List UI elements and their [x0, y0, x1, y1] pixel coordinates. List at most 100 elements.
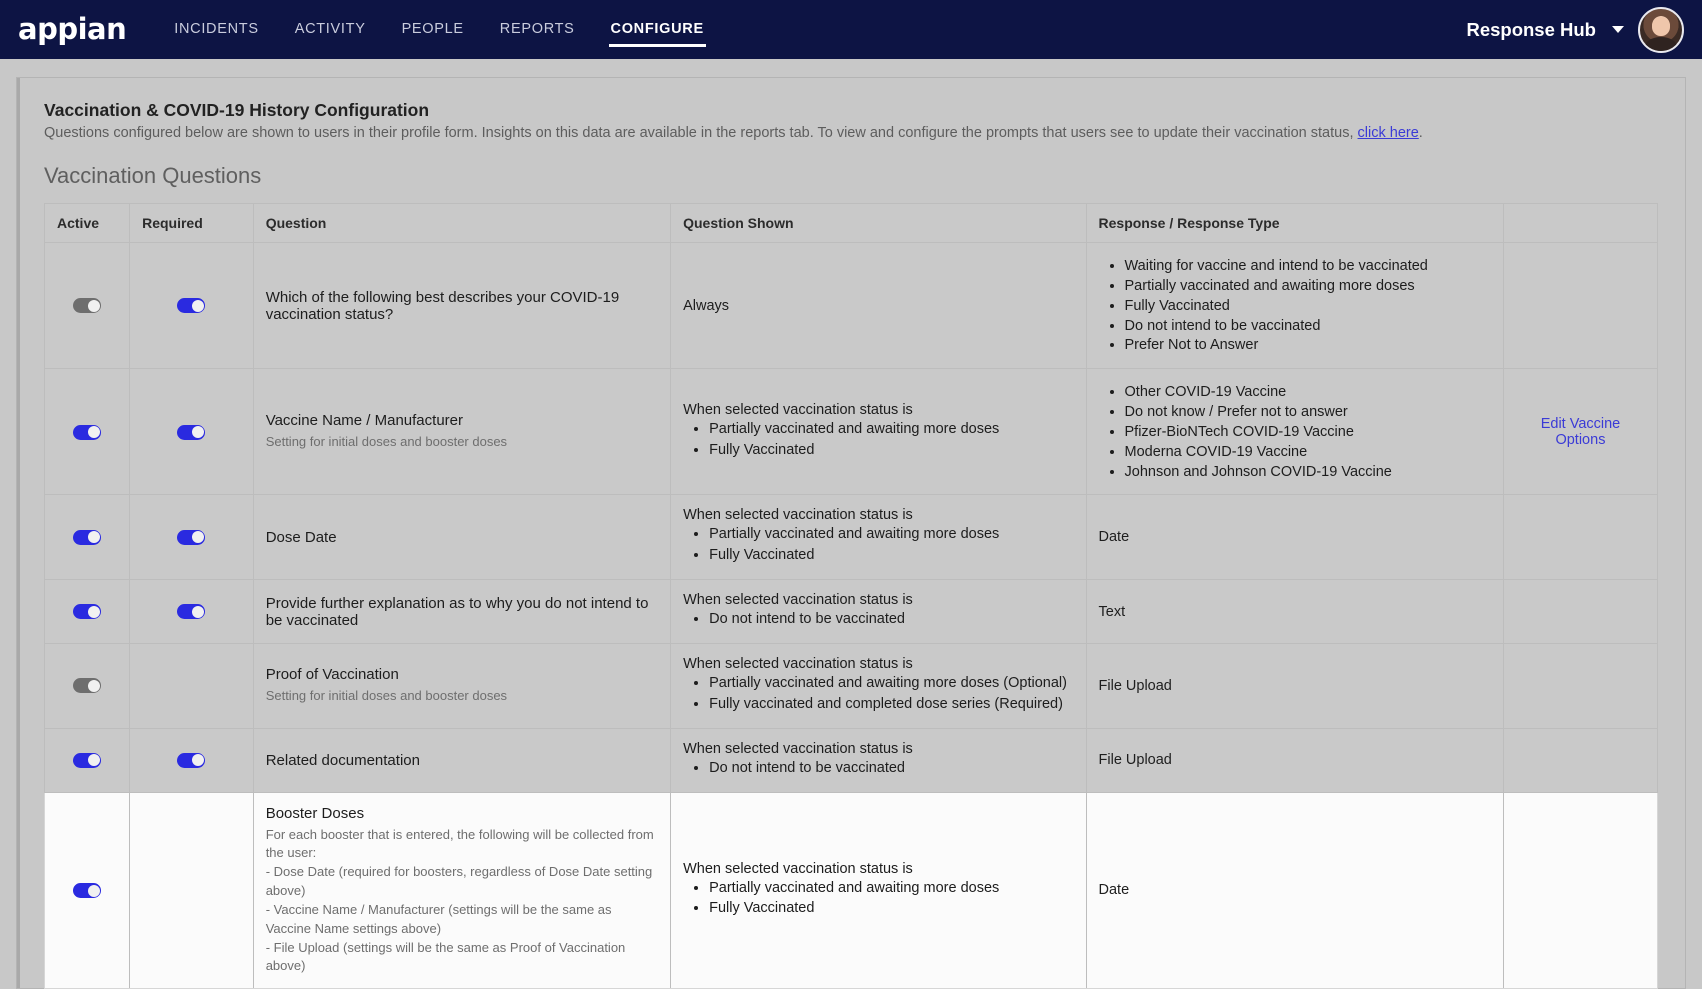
action-cell — [1502, 791, 1659, 989]
required-toggle[interactable] — [177, 604, 206, 620]
question-shown-condition: When selected vaccination status is — [683, 401, 913, 418]
response-cell: Date — [1085, 494, 1504, 581]
response-type: Date — [1098, 529, 1130, 546]
toggle-knob — [87, 605, 100, 618]
nav-link-activity[interactable]: ACTIVITY — [295, 0, 366, 59]
chevron-down-icon[interactable] — [1612, 26, 1624, 33]
active-toggle[interactable] — [73, 529, 102, 545]
question-shown-list: Partially vaccinated and awaiting more d… — [683, 879, 1073, 919]
vaccination-questions-table: Active Required Question Question Shown Resp… — [43, 203, 1659, 989]
nav-link-people[interactable]: PEOPLE — [402, 0, 464, 59]
active-toggle[interactable] — [73, 298, 102, 314]
question-shown-cell: Always — [670, 241, 1087, 370]
column-header-required: Required — [129, 203, 254, 243]
table-row: Dose Date When selected vaccination statu… — [43, 494, 1659, 581]
list-item: Fully Vaccinated — [709, 899, 1073, 918]
question-shown-list: Do not intend to be vaccinated — [683, 759, 1073, 778]
table-row: Vaccine Name / Manufacturer Setting for i… — [43, 368, 1659, 496]
table-body: Which of the following best describes yo… — [43, 241, 1659, 989]
response-type: Date — [1098, 882, 1130, 899]
list-item: Do not intend to be vaccinated — [709, 610, 1073, 629]
table-row: Related documentation When selected vacci… — [43, 727, 1659, 793]
toggle-knob — [87, 884, 100, 897]
required-cell — [129, 368, 254, 496]
toggle-knob — [191, 299, 204, 312]
nav-link-incidents[interactable]: INCIDENTS — [174, 0, 258, 59]
column-header-actions — [1502, 203, 1659, 243]
active-toggle[interactable] — [73, 678, 102, 694]
question-shown-list: Partially vaccinated and awaiting more d… — [683, 674, 1073, 714]
question-cell: Related documentation — [252, 727, 672, 793]
active-toggle[interactable] — [73, 604, 102, 620]
list-item: Fully Vaccinated — [1125, 297, 1491, 316]
list-item: Other COVID-19 Vaccine — [1125, 383, 1491, 402]
table-row: Which of the following best describes yo… — [43, 241, 1659, 370]
toggle-knob — [87, 531, 100, 544]
action-cell — [1502, 494, 1659, 581]
response-options-list: Other COVID-19 VaccineDo not know / Pref… — [1099, 383, 1491, 481]
required-toggle[interactable] — [177, 752, 206, 768]
question-shown-condition: When selected vaccination status is — [683, 507, 913, 524]
question-shown-list: Partially vaccinated and awaiting more d… — [683, 525, 1073, 565]
response-type: File Upload — [1098, 677, 1172, 694]
question-cell: Proof of Vaccination Setting for initial … — [252, 642, 672, 729]
table-row: Proof of Vaccination Setting for initial … — [43, 642, 1659, 729]
question-shown-condition: When selected vaccination status is — [683, 655, 913, 672]
question-title: Vaccine Name / Manufacturer — [265, 411, 463, 429]
active-toggle[interactable] — [73, 752, 102, 768]
question-shown-condition: When selected vaccination status is — [683, 740, 913, 757]
question-subtext: For each booster that is entered, the fo… — [265, 826, 654, 974]
response-options-list: Waiting for vaccine and intend to be vac… — [1099, 257, 1491, 355]
toggle-knob — [191, 605, 204, 618]
table-header-row: Active Required Question Question Shown Resp… — [43, 203, 1659, 243]
user-avatar[interactable] — [1638, 6, 1684, 53]
nav-link-configure[interactable]: CONFIGURE — [608, 0, 707, 59]
list-item: Partially vaccinated and awaiting more d… — [709, 879, 1073, 898]
table-row: Booster Doses For each booster that is en… — [43, 791, 1659, 989]
column-header-question: Question — [252, 203, 672, 243]
question-title: Provide further explanation as to why yo… — [265, 594, 649, 629]
action-cell — [1502, 642, 1659, 729]
edit-vaccine-options-link[interactable]: Edit Vaccine Options — [1541, 416, 1621, 448]
active-toggle[interactable] — [73, 883, 102, 899]
list-item: Partially vaccinated and awaiting more d… — [1125, 277, 1491, 296]
required-toggle[interactable] — [177, 529, 206, 545]
question-shown-cell: When selected vaccination status is Parti… — [670, 368, 1087, 496]
table-header: Active Required Question Question Shown Resp… — [43, 203, 1659, 243]
question-cell: Which of the following best describes yo… — [252, 241, 672, 370]
nav-link-reports[interactable]: REPORTS — [500, 0, 575, 59]
question-shown-condition: Always — [683, 297, 730, 314]
toggle-knob — [87, 426, 100, 438]
question-shown-condition: When selected vaccination status is — [683, 860, 913, 877]
list-item: Moderna COVID-19 Vaccine — [1125, 443, 1491, 462]
nav-right-section: Response Hub — [1466, 6, 1684, 53]
question-subtext: Setting for initial doses and booster do… — [265, 433, 508, 449]
question-shown-list: Do not intend to be vaccinated — [683, 610, 1073, 629]
question-cell: Vaccine Name / Manufacturer Setting for i… — [252, 368, 672, 496]
question-cell: Provide further explanation as to why yo… — [252, 579, 672, 644]
table-row: Provide further explanation as to why yo… — [43, 579, 1659, 644]
column-header-active: Active — [43, 203, 131, 243]
active-cell — [43, 368, 131, 496]
list-item: Johnson and Johnson COVID-19 Vaccine — [1125, 463, 1491, 482]
left-accent-bar — [17, 78, 20, 988]
click-here-link[interactable]: click here — [1358, 125, 1419, 141]
response-cell: Text — [1085, 579, 1504, 644]
list-item: Do not intend to be vaccinated — [1125, 317, 1491, 336]
active-toggle[interactable] — [73, 424, 102, 440]
toggle-knob — [87, 679, 100, 692]
section-title: Vaccination Questions — [44, 163, 262, 188]
list-item: Do not know / Prefer not to answer — [1125, 403, 1491, 422]
required-toggle[interactable] — [177, 424, 206, 440]
list-item: Fully vaccinated and completed dose seri… — [709, 695, 1073, 714]
response-hub-label: Response Hub — [1466, 18, 1596, 40]
question-cell: Dose Date — [252, 494, 672, 581]
list-item: Do not intend to be vaccinated — [709, 759, 1073, 778]
question-title: Which of the following best describes yo… — [265, 288, 620, 323]
required-cell — [129, 579, 254, 644]
required-toggle[interactable] — [177, 298, 206, 314]
question-cell: Booster Doses For each booster that is en… — [252, 791, 672, 989]
configuration-card: Vaccination & COVID-19 History Configura… — [16, 77, 1686, 989]
action-cell — [1502, 727, 1659, 793]
question-title: Booster Doses — [265, 804, 365, 822]
